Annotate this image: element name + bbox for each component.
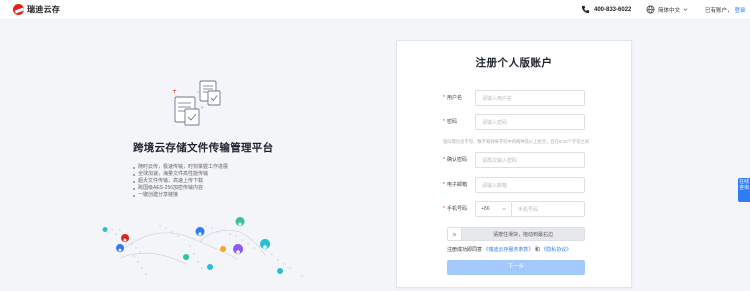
agree-prefix: 注册成功即同意: [447, 247, 483, 253]
double-chevron-right-icon: [452, 232, 457, 236]
logo-text: 瑞迪云存: [27, 5, 61, 14]
phone-input[interactable]: 手机号码: [511, 201, 585, 217]
phone-label: * 手机号码: [443, 206, 467, 212]
world-map-illustration-icon: [102, 217, 303, 278]
form-title: 注册个人版账户: [475, 57, 553, 69]
hotline-number: 400-833-6022: [594, 6, 632, 13]
slider-text: 请按住滑块，拖动到最右边: [492, 232, 553, 238]
feature-list: 随时云传，极速传输，时刻掌握工作进展 全球加速，海量文件高性能传输 超大文件传输…: [133, 164, 228, 199]
language-label: 简体中文: [658, 7, 681, 14]
feature-item: 跨国级AES-256加密传输内容: [133, 185, 228, 192]
hotline: 400-833-6022: [581, 5, 631, 14]
register-card: 注册个人版账户 * 用户名 请输入用户名 * 密码 请输入密码 密码需包含字母，数字…: [396, 40, 632, 288]
country-code-select[interactable]: +86: [475, 201, 511, 217]
agreement-text: 注册成功即同意 《瑞迪云存服务条款》 和 《隐私协议》: [447, 246, 571, 253]
logo-icon: [13, 4, 24, 15]
brand-logo[interactable]: 瑞迪云存: [13, 4, 60, 15]
feature-item: 全球加速，海量文件高性能传输: [133, 171, 228, 178]
feature-item: 随时云传，极速传输，时刻掌握工作进展: [133, 164, 228, 171]
hero-title: 跨境云存储文件传输管理平台: [133, 142, 274, 154]
chevron-down-icon: [683, 8, 688, 11]
confirm-password-label: * 确认密码: [443, 157, 467, 163]
top-header: 瑞迪云存 400-833-6022 简体中文 已有账户， 登录: [0, 0, 750, 20]
slider-handle[interactable]: [448, 228, 462, 240]
password-row: * 密码 请输入密码: [397, 114, 631, 130]
captcha-slider[interactable]: 请按住滑块，拖动到最右边: [447, 227, 585, 241]
phone-icon: [581, 5, 590, 14]
chevron-down-icon: [502, 208, 506, 211]
feature-item: 超大文件传输，高速上传下载: [133, 178, 228, 185]
svg-text:+: +: [200, 105, 204, 111]
country-code-value: +86: [481, 206, 490, 212]
svg-text:+: +: [172, 88, 177, 95]
language-selector[interactable]: 简体中文: [646, 5, 688, 14]
terms-link[interactable]: 《瑞迪云存服务条款》: [483, 247, 533, 253]
has-account-text: 已有账户，: [705, 8, 733, 14]
password-hint: 密码需包含字母，数字和特殊字符中的两种及以上组合，且在8-32个字符之间: [443, 139, 590, 144]
online-consult-tab[interactable]: 在线咨询: [738, 178, 750, 202]
feature-item: 一键创建分享链接: [133, 192, 228, 199]
confirm-password-input[interactable]: 请再次输入密码: [475, 152, 585, 168]
login-link[interactable]: 登录: [735, 8, 746, 14]
username-row: * 用户名 请输入用户名: [397, 90, 631, 106]
password-label: * 密码: [443, 119, 457, 125]
documents-illustration-icon: + +: [172, 80, 221, 126]
hero-section: + + 跨境云存储文件传输管理平台 随时云传，极速传输，时刻掌握工作进展 全球加…: [0, 21, 392, 291]
username-input[interactable]: 请输入用户名: [475, 90, 585, 106]
email-row: * 电子邮箱 请输入邮箱: [397, 177, 631, 193]
next-button[interactable]: 下一步: [447, 260, 585, 275]
email-input[interactable]: 请输入邮箱: [475, 177, 585, 193]
password-input[interactable]: 请输入密码: [475, 114, 585, 130]
globe-icon: [646, 5, 655, 14]
account-prompt: 已有账户， 登录: [705, 6, 746, 14]
privacy-link[interactable]: 《隐私协议》: [541, 247, 571, 253]
phone-row: * 手机号码 +86 手机号码: [397, 201, 631, 217]
email-label: * 电子邮箱: [443, 182, 467, 188]
agree-and: 和: [534, 247, 540, 253]
confirm-password-row: * 确认密码 请再次输入密码: [397, 152, 631, 168]
username-label: * 用户名: [443, 95, 462, 101]
